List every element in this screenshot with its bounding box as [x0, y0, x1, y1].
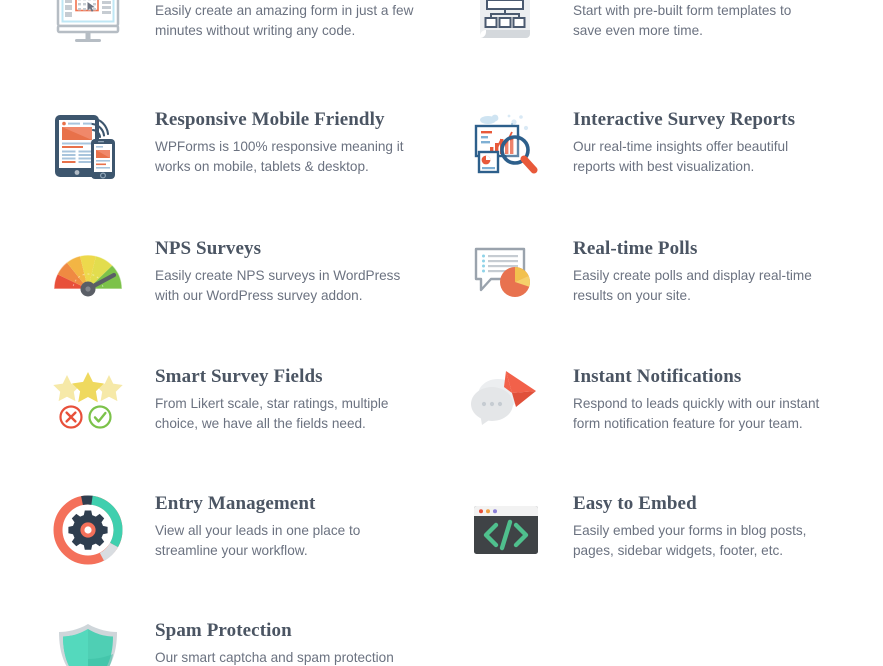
desc-line: Our smart captcha and spam protection	[155, 650, 394, 665]
feature-card-nps-surveys: NPS Surveys Easily create NPS surveys in…	[50, 237, 450, 313]
feature-text: Responsive Mobile Friendly WPForms is 10…	[155, 108, 404, 176]
embed-code-icon	[468, 492, 544, 568]
feature-description: WPForms is 100% responsive meaning it wo…	[155, 137, 404, 176]
desc-line: pages, sidebar widgets, footer, etc.	[573, 542, 784, 558]
feature-description: Our real-time insights offer beautiful r…	[573, 137, 795, 176]
feature-card-smart-survey-fields: Smart Survey Fields From Likert scale, s…	[50, 365, 450, 441]
feature-text: Spam Protection Our smart captcha and sp…	[155, 619, 394, 666]
desc-line: Easily create NPS surveys in WordPress	[155, 268, 401, 283]
feature-text: Instant Notifications Respond to leads q…	[573, 365, 820, 433]
feature-card-interactive-survey-reports: Interactive Survey Reports Our real-time…	[468, 108, 868, 184]
feature-card-responsive-mobile-friendly: Responsive Mobile Friendly WPForms is 10…	[50, 108, 450, 184]
desc-line: works on mobile, tablets & desktop.	[155, 158, 369, 174]
feature-text: Drag & Drop Form Builder Easily create a…	[155, 0, 414, 40]
feature-title: Spam Protection	[155, 620, 292, 641]
desc-line: Easily create an amazing form in just a …	[155, 3, 414, 18]
desc-line: Respond to leads quickly with our instan…	[573, 396, 820, 411]
realtime-polls-icon	[468, 237, 544, 313]
entry-management-icon	[50, 492, 126, 568]
desc-line: form notification feature for your team.	[573, 415, 803, 431]
feature-text: NPS Surveys Easily create NPS surveys in…	[155, 237, 400, 305]
desc-line: with our WordPress survey addon.	[155, 287, 363, 303]
desc-line: reports with best visualization.	[573, 158, 755, 174]
survey-reports-icon	[468, 108, 544, 184]
feature-description: Start with pre-built form templates to s…	[573, 1, 791, 40]
feature-description: Easily create an amazing form in just a …	[155, 1, 414, 40]
spam-protection-shield-icon	[50, 619, 126, 666]
features-grid: Drag & Drop Form Builder Easily create a…	[0, 0, 883, 666]
monitor-form-builder-icon	[50, 0, 126, 48]
form-templates-icon	[468, 0, 544, 48]
desc-line: From Likert scale, star ratings, multipl…	[155, 396, 389, 411]
feature-description: Our smart captcha and spam protection	[155, 648, 394, 666]
feature-card-entry-management: Entry Management View all your leads in …	[50, 492, 450, 568]
instant-notifications-icon	[468, 365, 544, 441]
desc-line: choice, we have all the fields need.	[155, 415, 366, 431]
desc-line: streamline your workflow.	[155, 542, 308, 558]
feature-card-drag-drop-form-builder: Drag & Drop Form Builder Easily create a…	[50, 0, 450, 48]
desc-line: results on your site.	[573, 287, 691, 303]
desc-line: View all your leads in one place to	[155, 523, 361, 538]
feature-title: Entry Management	[155, 493, 316, 514]
feature-title: NPS Surveys	[155, 238, 262, 259]
desc-line: Start with pre-built form templates to	[573, 3, 792, 18]
nps-gauge-icon	[50, 237, 126, 313]
feature-text: Entry Management View all your leads in …	[155, 492, 360, 560]
desc-line: Easily create polls and display real-tim…	[573, 268, 812, 283]
feature-title: Real-time Polls	[573, 238, 698, 259]
feature-title: Instant Notifications	[573, 366, 742, 387]
feature-text: Smart Survey Fields From Likert scale, s…	[155, 365, 388, 433]
feature-text: Interactive Survey Reports Our real-time…	[573, 108, 795, 176]
feature-title: Interactive Survey Reports	[573, 109, 796, 130]
star-rating-fields-icon	[50, 365, 126, 441]
feature-description: From Likert scale, star ratings, multipl…	[155, 394, 388, 433]
desc-line: WPForms is 100% responsive meaning it	[155, 139, 404, 154]
feature-description: View all your leads in one place to stre…	[155, 521, 360, 560]
feature-description: Respond to leads quickly with our instan…	[573, 394, 820, 433]
feature-title: Easy to Embed	[573, 493, 697, 514]
feature-text: Easy to Embed Easily embed your forms in…	[573, 492, 806, 560]
feature-title: Smart Survey Fields	[155, 366, 323, 387]
desc-line: Easily embed your forms in blog posts,	[573, 523, 807, 538]
feature-card-instant-notifications: Instant Notifications Respond to leads q…	[468, 365, 868, 441]
feature-card-spam-protection: Spam Protection Our smart captcha and sp…	[50, 619, 450, 666]
feature-title: Responsive Mobile Friendly	[155, 109, 385, 130]
desc-line: save even more time.	[573, 22, 703, 38]
desc-line: minutes without writing any code.	[155, 22, 356, 38]
feature-card-easy-to-embed: Easy to Embed Easily embed your forms in…	[468, 492, 868, 568]
feature-text: Form Templates Start with pre-built form…	[573, 0, 791, 40]
feature-description: Easily create polls and display real-tim…	[573, 266, 812, 305]
feature-description: Easily embed your forms in blog posts, p…	[573, 521, 806, 560]
feature-card-form-templates: Form Templates Start with pre-built form…	[468, 0, 868, 48]
responsive-mobile-icon	[50, 108, 126, 184]
feature-text: Real-time Polls Easily create polls and …	[573, 237, 812, 305]
feature-description: Easily create NPS surveys in WordPress w…	[155, 266, 400, 305]
feature-card-realtime-polls: Real-time Polls Easily create polls and …	[468, 237, 868, 313]
desc-line: Our real-time insights offer beautiful	[573, 139, 789, 154]
